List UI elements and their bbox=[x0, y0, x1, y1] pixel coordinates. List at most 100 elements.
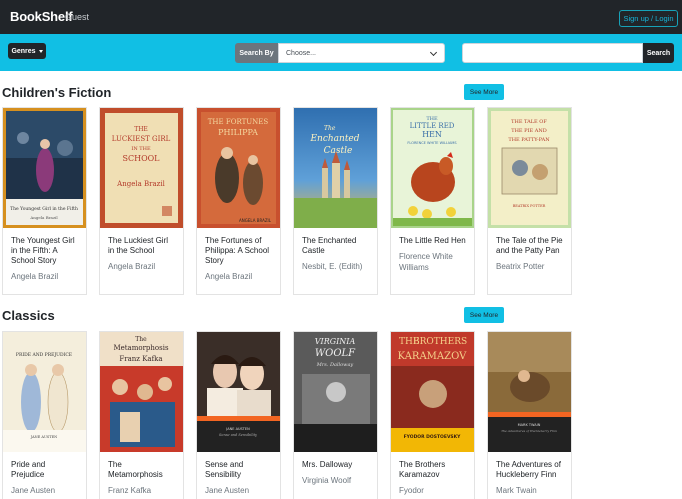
book-title[interactable]: Sense and Sensibility bbox=[205, 460, 273, 480]
search-by-label: Search By bbox=[235, 43, 278, 63]
caret-down-icon bbox=[38, 49, 43, 53]
cover-author-text: Angela Brazil bbox=[116, 180, 165, 188]
book-card[interactable]: THE FORTUNES PHILIPPA ANGELA BRAZIL The … bbox=[196, 107, 281, 295]
book-author: Angela Brazil bbox=[108, 262, 156, 271]
book-author: Nesbit, E. (Edith) bbox=[302, 262, 363, 271]
book-card[interactable]: THE TALE OF THE PIE AND THE PATTY-PAN BE… bbox=[487, 107, 572, 295]
search-by-select[interactable]: Choose... bbox=[278, 43, 445, 63]
signup-login-button[interactable]: Sign up / Login bbox=[619, 10, 678, 27]
cover-author-text: Angela Brazil bbox=[29, 215, 58, 220]
book-card[interactable]: THE LUCKIEST GIRL IN THE SCHOOL Angela B… bbox=[99, 107, 184, 295]
book-title[interactable]: The Metamorphosis bbox=[108, 460, 176, 480]
search-by-select-value: Choose... bbox=[286, 49, 316, 57]
cover-title-text: The Youngest Girl in the Fifth bbox=[10, 206, 78, 212]
book-cover[interactable]: THE TALE OF THE PIE AND THE PATTY-PAN BE… bbox=[488, 108, 571, 228]
cover-author-text: MARK TWAIN bbox=[518, 423, 541, 427]
cover-title-text: THE PATTY-PAN bbox=[508, 137, 550, 143]
cover-title-text: WOOLF bbox=[315, 348, 356, 359]
cover-title-text: VIRGINIA bbox=[315, 337, 356, 346]
genres-dropdown-button[interactable]: Genres bbox=[8, 43, 46, 59]
cover-author-text: FYODOR DOSTOEVSKY bbox=[404, 434, 462, 440]
cover-title-text: The bbox=[135, 336, 147, 343]
cover-title-text: The Adventures of Huckleberry Finn bbox=[501, 429, 557, 433]
see-more-button[interactable]: See More bbox=[464, 84, 504, 100]
book-cover[interactable]: The Youngest Girl in the Fifth Angela Br… bbox=[3, 108, 86, 228]
cover-title-text: LUCKIEST GIRL bbox=[112, 135, 171, 143]
cover-title-text: SCHOOL bbox=[122, 154, 160, 163]
book-card[interactable]: The Youngest Girl in the Fifth Angela Br… bbox=[2, 107, 87, 295]
cover-author-text: FLORENCE WHITE WILLIAMS bbox=[407, 141, 457, 145]
book-cover[interactable]: THE FORTUNES PHILIPPA ANGELA BRAZIL bbox=[197, 108, 280, 228]
cover-title-text: HEN bbox=[422, 130, 442, 139]
book-author: Florence White Williams bbox=[399, 252, 453, 272]
cover-author-text: BEATRIX POTTER bbox=[513, 204, 546, 208]
cover-title-text: THE TALE OF bbox=[511, 119, 547, 125]
cover-title-text: Enchanted bbox=[309, 134, 359, 144]
cover-title-text: THE PIE AND bbox=[511, 128, 547, 134]
book-title[interactable]: Mrs. Dalloway bbox=[302, 460, 370, 470]
book-cover[interactable]: JANE AUSTEN Sense and Sensibility bbox=[197, 332, 280, 452]
book-author: Beatrix Potter bbox=[496, 262, 545, 271]
chevron-down-icon bbox=[429, 48, 438, 57]
book-title[interactable]: The Tale of the Pie and the Patty Pan bbox=[496, 236, 564, 256]
book-cover[interactable]: VIRGINIA WOOLF Mrs. Dalloway bbox=[294, 332, 377, 452]
see-more-button[interactable]: See More bbox=[464, 307, 504, 323]
brand-logo[interactable]: BookShelf bbox=[10, 9, 73, 24]
top-navbar: BookShelf Guest Sign up / Login bbox=[0, 0, 682, 34]
section-title-childrens-fiction: Children's Fiction bbox=[2, 85, 112, 100]
book-cover[interactable]: The Metamorphosis Franz Kafka bbox=[100, 332, 183, 452]
book-title[interactable]: The Little Red Hen bbox=[399, 236, 467, 246]
search-bar: Genres Search By Choose... Search bbox=[0, 34, 682, 71]
book-card[interactable]: MARK TWAIN The Adventures of Huckleberry… bbox=[487, 331, 572, 499]
cover-title-text: The bbox=[324, 125, 336, 132]
cover-title-text: Mrs. Dalloway bbox=[316, 362, 354, 368]
search-input[interactable] bbox=[462, 43, 643, 63]
current-user-label: Guest bbox=[65, 12, 90, 22]
book-title[interactable]: The Adventures of Huckleberry Finn bbox=[496, 460, 564, 480]
search-button[interactable]: Search bbox=[643, 43, 674, 63]
book-author: Fyodor bbox=[399, 486, 424, 495]
book-title[interactable]: The Luckiest Girl in the School bbox=[108, 236, 176, 256]
cover-title-text: THE bbox=[134, 126, 148, 133]
section-title-classics: Classics bbox=[2, 308, 55, 323]
genres-label: Genres bbox=[11, 47, 36, 55]
book-card[interactable]: JANE AUSTEN Sense and Sensibility Sense … bbox=[196, 331, 281, 499]
book-title[interactable]: The Youngest Girl in the Fifth: A School… bbox=[11, 236, 79, 266]
book-title[interactable]: Pride and Prejudice bbox=[11, 460, 79, 480]
book-card[interactable]: THE BROTHERS KARAMAZOV FYODOR DOSTOEVSKY… bbox=[390, 331, 475, 499]
book-title[interactable]: The Enchanted Castle bbox=[302, 236, 370, 256]
book-author: Jane Austen bbox=[11, 486, 56, 495]
book-card[interactable]: PRIDE AND PREJUDICE JANE AUSTEN Pride an… bbox=[2, 331, 87, 499]
cover-title-text: THE FORTUNES bbox=[208, 118, 269, 126]
cover-title-text: BROTHERS bbox=[413, 337, 467, 347]
cover-title-text: PRIDE AND PREJUDICE bbox=[16, 352, 72, 358]
cover-author-text: JANE AUSTEN bbox=[225, 427, 250, 431]
book-author: Angela Brazil bbox=[11, 272, 59, 281]
book-card[interactable]: THE LITTLE RED HEN FLORENCE WHITE WILLIA… bbox=[390, 107, 475, 295]
book-cover[interactable]: PRIDE AND PREJUDICE JANE AUSTEN bbox=[3, 332, 86, 452]
book-title[interactable]: The Brothers Karamazov bbox=[399, 460, 467, 480]
cover-title-text: Castle bbox=[324, 146, 353, 156]
book-author: Franz Kafka bbox=[108, 486, 152, 495]
book-title[interactable]: The Fortunes of Philippa: A School Story bbox=[205, 236, 273, 266]
cover-title-text: PHILIPPA bbox=[218, 128, 258, 137]
book-cover[interactable]: THE LUCKIEST GIRL IN THE SCHOOL Angela B… bbox=[100, 108, 183, 228]
book-cover[interactable]: The Enchanted Castle bbox=[294, 108, 377, 228]
book-card[interactable]: The Metamorphosis Franz Kafka The Metamo… bbox=[99, 331, 184, 499]
cover-author-text: ANGELA BRAZIL bbox=[239, 218, 272, 223]
cover-title-text: Metamorphosis bbox=[113, 344, 169, 352]
book-cover[interactable]: THE BROTHERS KARAMAZOV FYODOR DOSTOEVSKY bbox=[391, 332, 474, 452]
book-author: Angela Brazil bbox=[205, 272, 253, 281]
book-card[interactable]: The Enchanted Castle The Enchanted Castl… bbox=[293, 107, 378, 295]
cover-title-text: LITTLE RED bbox=[410, 122, 455, 130]
cover-title-text: IN THE bbox=[131, 146, 151, 152]
book-author: Mark Twain bbox=[496, 486, 537, 495]
cover-author-text: Franz Kafka bbox=[119, 355, 162, 363]
book-author: Jane Austen bbox=[205, 486, 250, 495]
book-author: Virginia Woolf bbox=[302, 476, 352, 485]
book-card[interactable]: VIRGINIA WOOLF Mrs. Dalloway Mrs. Dallow… bbox=[293, 331, 378, 499]
book-cover[interactable]: MARK TWAIN The Adventures of Huckleberry… bbox=[488, 332, 571, 452]
cover-title-text: Sense and Sensibility bbox=[219, 433, 258, 437]
book-cover[interactable]: THE LITTLE RED HEN FLORENCE WHITE WILLIA… bbox=[391, 108, 474, 228]
cover-author-text: JANE AUSTEN bbox=[30, 435, 58, 439]
